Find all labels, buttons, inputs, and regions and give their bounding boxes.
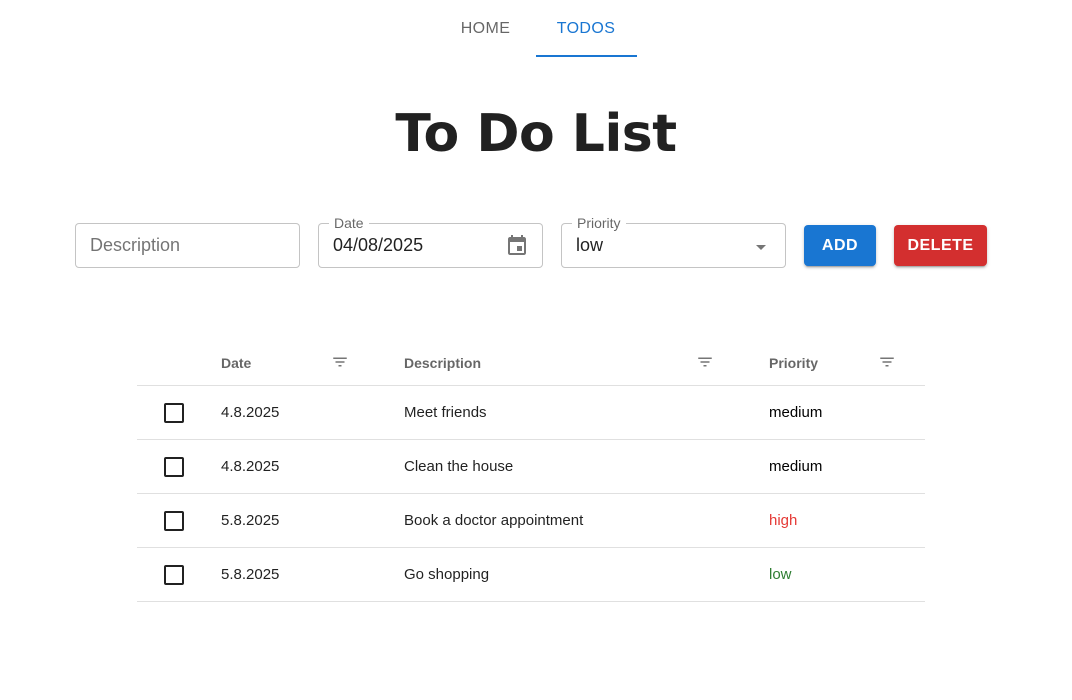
row-checkbox[interactable]	[164, 403, 184, 423]
row-description: Go shopping	[404, 566, 490, 583]
filter-icon[interactable]	[695, 353, 715, 371]
delete-button[interactable]: DELETE	[894, 225, 987, 266]
row-date: 5.8.2025	[221, 512, 280, 529]
table-row[interactable]: 5.8.2025 Go shopping low	[137, 548, 925, 602]
row-description: Book a doctor appointment	[404, 512, 584, 529]
row-priority: low	[769, 566, 792, 583]
row-date: 5.8.2025	[221, 566, 280, 583]
add-button[interactable]: ADD	[804, 225, 876, 266]
tab-home[interactable]: HOME	[436, 0, 536, 57]
filter-icon[interactable]	[330, 353, 350, 371]
tab-todos[interactable]: TODOS	[535, 0, 637, 57]
page-title: To Do List	[395, 104, 677, 164]
row-date: 4.8.2025	[221, 404, 280, 421]
todo-table: Date Description Priority 4.8.2025 Meet …	[137, 340, 925, 602]
column-header-date[interactable]: Date	[221, 340, 251, 386]
table-row[interactable]: 4.8.2025 Meet friends medium	[137, 386, 925, 440]
description-field	[75, 223, 300, 268]
column-header-description[interactable]: Description	[404, 340, 481, 386]
table-header: Date Description Priority	[137, 340, 925, 386]
row-description: Clean the house	[404, 458, 514, 475]
description-input[interactable]	[90, 224, 250, 267]
column-header-priority[interactable]: Priority	[769, 340, 818, 386]
priority-select[interactable]: Priority low	[561, 215, 786, 268]
row-checkbox[interactable]	[164, 565, 184, 585]
row-priority: high	[769, 512, 798, 529]
row-priority: medium	[769, 458, 823, 475]
nav-tabs: HOME TODOS	[0, 0, 1072, 57]
table-row[interactable]: 4.8.2025 Clean the house medium	[137, 440, 925, 494]
table-row[interactable]: 5.8.2025 Book a doctor appointment high	[137, 494, 925, 548]
row-date: 4.8.2025	[221, 458, 280, 475]
priority-value: low	[576, 235, 604, 255]
date-field: Date 04/08/2025	[318, 215, 543, 268]
row-checkbox[interactable]	[164, 457, 184, 477]
date-input[interactable]: 04/08/2025	[333, 224, 493, 267]
row-checkbox[interactable]	[164, 511, 184, 531]
calendar-icon[interactable]	[505, 234, 529, 258]
chevron-down-icon	[756, 245, 766, 250]
filter-icon[interactable]	[877, 353, 897, 371]
row-priority: medium	[769, 404, 823, 421]
row-description: Meet friends	[404, 404, 487, 421]
